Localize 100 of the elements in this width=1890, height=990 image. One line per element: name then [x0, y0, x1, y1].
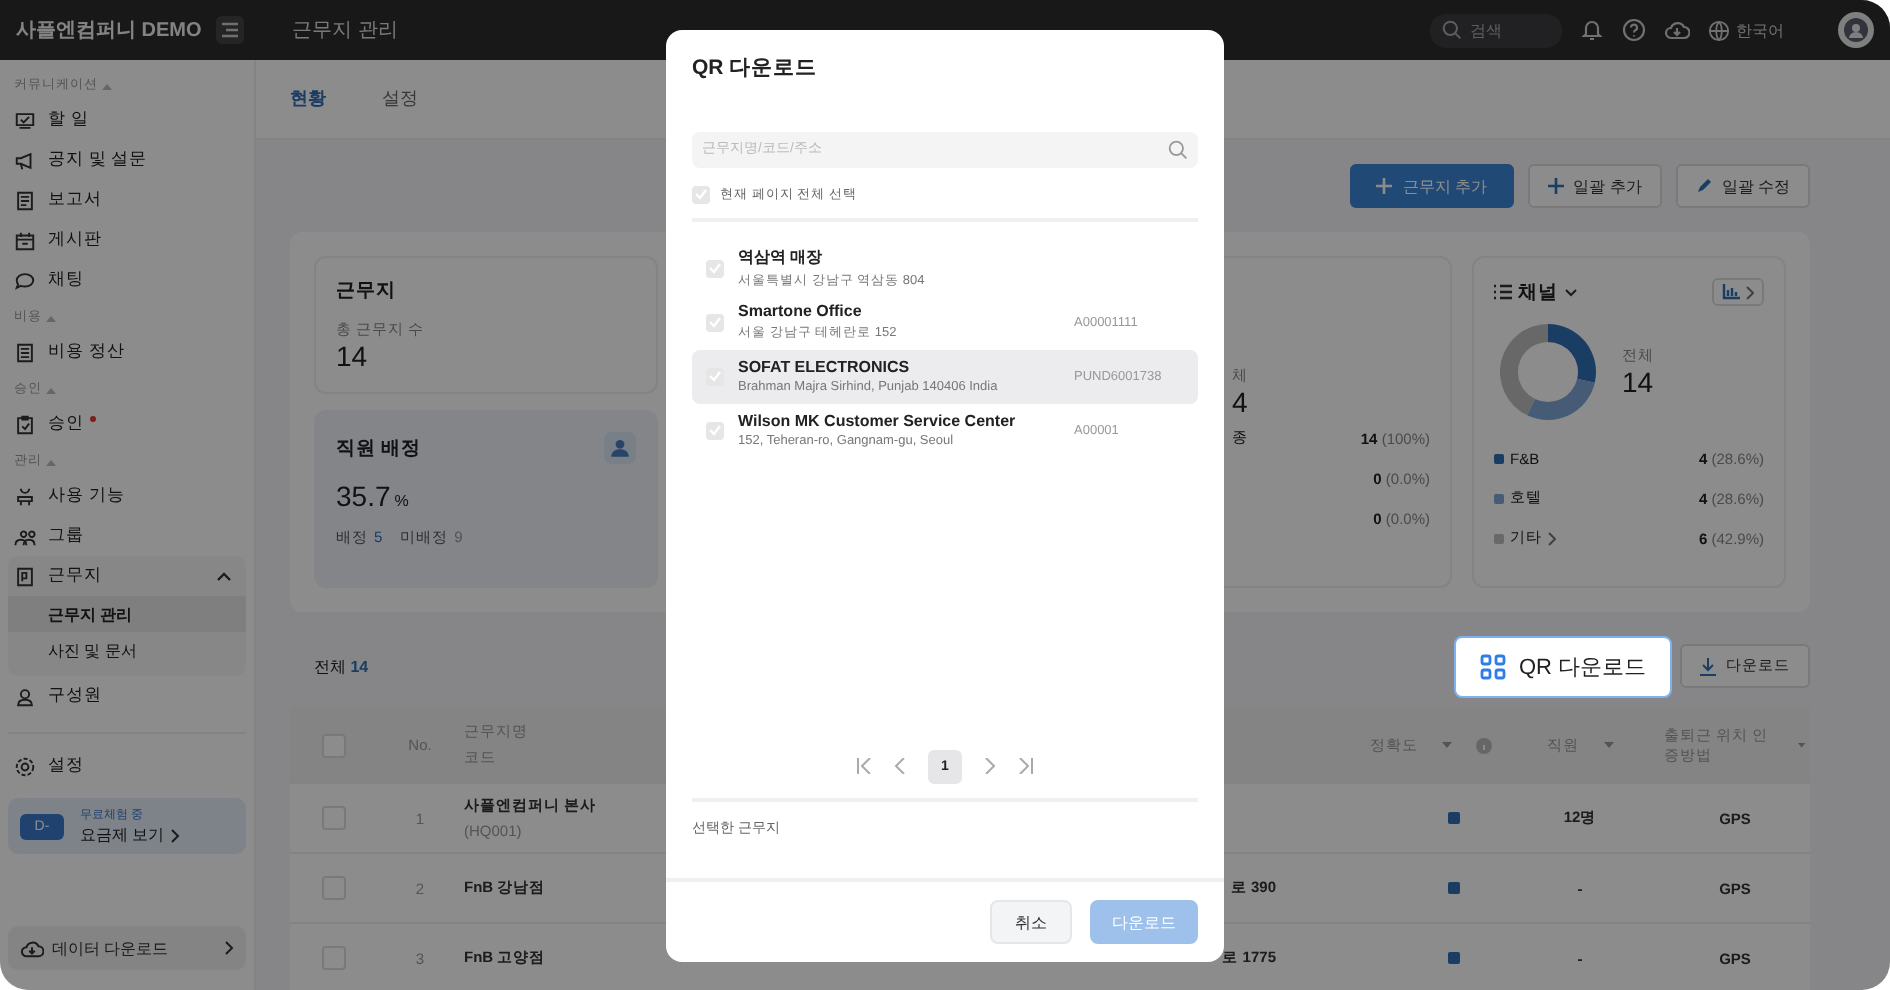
action-button[interactable]: 일괄 추가: [1527, 164, 1662, 208]
bar-chart-icon: [1722, 284, 1740, 300]
sort-caret-icon[interactable]: [1442, 741, 1452, 749]
channel-selector[interactable]: 채널: [1494, 279, 1578, 305]
checkbox[interactable]: [706, 313, 724, 332]
menu-icon[interactable]: [216, 16, 244, 44]
next-page-icon[interactable]: [984, 758, 996, 775]
stat-value: 14: [336, 340, 370, 372]
nav-item[interactable]: 할 일: [8, 100, 246, 140]
sort-caret-icon[interactable]: [1603, 741, 1613, 749]
previous-page-icon[interactable]: [894, 758, 906, 775]
nav-label: 설정: [48, 754, 84, 778]
nav-item[interactable]: 게시판: [8, 220, 246, 260]
checkbox[interactable]: [706, 421, 724, 440]
nav-item[interactable]: 공지 및 설문: [8, 140, 246, 180]
caret-up-icon: [46, 457, 56, 465]
search-input[interactable]: 검색: [1470, 21, 1546, 39]
caret-up-icon: [102, 81, 112, 89]
nav-item[interactable]: 구성원: [8, 676, 246, 716]
chevron-right-icon: [224, 940, 234, 956]
nav-item[interactable]: 채팅: [8, 260, 246, 300]
first-page-icon[interactable]: [856, 758, 872, 775]
site-name: Smartone Office: [738, 302, 864, 321]
chevron-right-icon[interactable]: [1548, 531, 1556, 545]
nav-label: 그룹: [48, 524, 84, 548]
plus-icon: [1547, 178, 1564, 194]
nav-item[interactable]: 보고서: [8, 180, 246, 220]
site-name: Wilson MK Customer Service Center: [738, 412, 1018, 431]
nav-label: 보고서: [48, 188, 102, 212]
caret-up-icon: [46, 313, 56, 321]
search-icon: [1442, 20, 1462, 40]
tab[interactable]: 현황: [290, 86, 326, 112]
site-name: 역삼역 매장: [738, 246, 825, 269]
document-icon: [14, 189, 36, 211]
person-icon: [14, 685, 36, 707]
nav-label: 사용 기능: [48, 484, 125, 508]
checklist-icon: [14, 109, 36, 131]
stat-value: 4: [1232, 386, 1250, 418]
dialog-title: QR 다운로드: [692, 53, 820, 84]
dialog-button[interactable]: 취소: [990, 900, 1072, 944]
nav-item[interactable]: 근무지: [8, 556, 246, 596]
sort-caret-icon[interactable]: [1798, 741, 1806, 749]
nav-label: 비용 정산: [48, 340, 125, 364]
accuracy-icon: [1448, 812, 1460, 824]
qr-icon: [1480, 653, 1507, 679]
stat-value: 35.7: [336, 480, 391, 512]
nav-subitem[interactable]: 근무지 관리: [8, 596, 246, 632]
download-icon: [1700, 657, 1716, 675]
card-title: 직원 배정: [336, 435, 422, 461]
nav-item[interactable]: 설정: [8, 746, 246, 786]
action-button[interactable]: 근무지 추가: [1350, 164, 1514, 208]
checkbox[interactable]: [706, 367, 724, 386]
calendar-icon: [14, 229, 36, 251]
info-icon[interactable]: [1476, 737, 1492, 753]
site-name: SOFAT ELECTRONICS: [738, 358, 912, 377]
nav-item[interactable]: 승인: [8, 404, 246, 444]
last-page-icon[interactable]: [1018, 758, 1034, 775]
language-label: 한국어: [1736, 19, 1784, 41]
accuracy-icon: [1448, 882, 1460, 894]
nav-label: 구성원: [48, 684, 102, 708]
language-selector[interactable]: 한국어: [1708, 19, 1784, 41]
nav-subitem[interactable]: 사진 및 문서: [8, 632, 246, 668]
clipboard-icon: [14, 413, 36, 435]
gear-icon: [14, 755, 36, 777]
nav-item[interactable]: 그룹: [8, 516, 246, 556]
chevron-right-icon: [1746, 285, 1754, 299]
action-button[interactable]: 일괄 수정: [1675, 164, 1810, 208]
unit-label: %: [394, 492, 409, 510]
accuracy-icon: [1448, 952, 1460, 964]
data-download-button[interactable]: 데이터 다운로드: [8, 926, 246, 970]
help-icon[interactable]: [1622, 18, 1646, 42]
plan-link[interactable]: 요금제 보기: [80, 824, 181, 846]
brand-name: 사플엔컴퍼니 DEMO: [16, 18, 204, 44]
cloud-download-icon[interactable]: [1664, 18, 1690, 42]
stat-value: 14: [1622, 366, 1654, 398]
nav-label: 할 일: [48, 108, 89, 132]
nav-item[interactable]: 비용 정산: [8, 332, 246, 372]
checkbox[interactable]: [692, 185, 710, 204]
person-icon[interactable]: [604, 432, 636, 464]
globe-icon: [1708, 19, 1730, 41]
pencil-icon: [1695, 178, 1712, 194]
chevron-down-icon: [1564, 287, 1578, 297]
tab[interactable]: 설정: [382, 86, 418, 112]
nav-item[interactable]: 사용 기능: [8, 476, 246, 516]
bell-icon[interactable]: [1580, 18, 1604, 42]
list-icon: [1494, 284, 1512, 300]
total-count: 전체 14: [314, 655, 369, 677]
nav-label: 게시판: [48, 228, 102, 252]
nav-label: 채팅: [48, 268, 84, 292]
qr-download-button[interactable]: QR 다운로드: [1454, 635, 1672, 697]
receipt-icon: [14, 341, 36, 363]
avatar-icon[interactable]: [1838, 12, 1874, 48]
chat-icon: [14, 269, 36, 291]
nav-label: 공지 및 설문: [48, 148, 148, 172]
chart-button[interactable]: [1712, 278, 1764, 306]
chevron-right-icon: [170, 827, 181, 843]
nav-label: 근무지: [48, 564, 102, 588]
page-title: 근무지 관리: [292, 18, 398, 44]
search-field[interactable]: 검색: [1430, 13, 1562, 47]
checkbox[interactable]: [706, 259, 724, 278]
